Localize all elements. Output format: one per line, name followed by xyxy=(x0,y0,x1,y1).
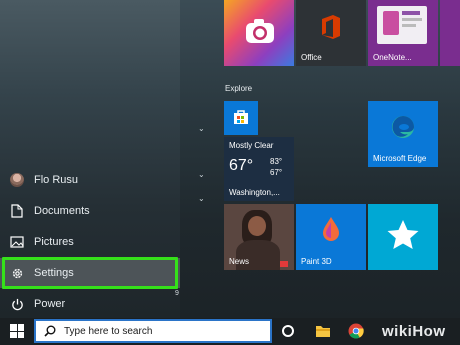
chevron-down-icon[interactable]: ⌄ xyxy=(198,170,205,179)
stray-digit: 9 xyxy=(175,290,179,297)
news-badge-icon xyxy=(280,261,288,267)
pictures-item[interactable]: Pictures xyxy=(0,227,180,257)
news-label: News xyxy=(229,257,250,266)
wikihow-watermark: wikiHow xyxy=(382,323,446,340)
paint3d-label: Paint 3D xyxy=(301,257,332,266)
edge-tile[interactable]: Microsoft Edge xyxy=(368,101,438,167)
windows-start-icon[interactable] xyxy=(10,324,24,338)
news-photo-face xyxy=(248,216,266,236)
taskbar-search-box[interactable]: Type here to search xyxy=(34,319,272,343)
office-logo-icon xyxy=(322,15,340,39)
news-tile[interactable]: News xyxy=(224,204,294,270)
weather-high: 83° xyxy=(270,157,283,166)
start-menu: Flo Rusu Documents Pictures Settings Pow xyxy=(0,0,460,318)
onenote-tile[interactable]: OneNote... xyxy=(368,0,438,66)
office-tile[interactable]: Office xyxy=(296,0,366,66)
power-label: Power xyxy=(34,298,66,310)
search-icon xyxy=(44,325,56,337)
camera-icon xyxy=(246,19,274,43)
cortana-icon[interactable] xyxy=(282,325,294,337)
office-label: Office xyxy=(301,53,322,62)
documents-item[interactable]: Documents xyxy=(0,196,180,226)
power-icon xyxy=(0,298,34,311)
user-avatar-icon xyxy=(0,173,34,187)
weather-low: 67° xyxy=(270,168,283,177)
paint-drop-icon xyxy=(323,217,339,241)
chevron-down-icon[interactable]: ⌄ xyxy=(198,194,205,203)
weather-tile[interactable]: Mostly Clear 67° 83° 67° Washington,... xyxy=(224,137,294,201)
onenote-label: OneNote... xyxy=(373,53,412,62)
weather-condition: Mostly Clear xyxy=(229,141,274,150)
onenote-preview xyxy=(377,6,427,44)
user-name: Flo Rusu xyxy=(34,174,79,186)
pictures-label: Pictures xyxy=(34,236,74,248)
weather-city: Washington,... xyxy=(229,188,280,197)
picture-icon xyxy=(0,236,34,248)
group-title: Explore xyxy=(225,84,253,93)
store-tile[interactable] xyxy=(224,101,258,135)
chrome-icon[interactable] xyxy=(348,323,364,339)
document-icon xyxy=(0,204,34,218)
search-placeholder: Type here to search xyxy=(64,325,153,337)
edge-logo-icon xyxy=(392,116,414,138)
power-item[interactable]: Power xyxy=(0,289,180,319)
partial-tile[interactable] xyxy=(440,0,460,66)
weather-temp: 67° xyxy=(229,157,254,174)
edge-label: Microsoft Edge xyxy=(373,154,427,163)
file-explorer-icon[interactable] xyxy=(315,324,331,338)
user-account[interactable]: Flo Rusu xyxy=(0,165,180,195)
store-bag-icon xyxy=(234,110,248,124)
documents-label: Documents xyxy=(34,205,90,217)
settings-highlight-box xyxy=(2,257,178,289)
camera-tile[interactable] xyxy=(224,0,294,66)
star-app-tile[interactable] xyxy=(368,204,438,270)
star-icon xyxy=(387,220,419,249)
app-list: ⌄ ⌄ ⌄ xyxy=(180,0,220,318)
chevron-down-icon[interactable]: ⌄ xyxy=(198,124,205,133)
paint3d-tile[interactable]: Paint 3D xyxy=(296,204,366,270)
